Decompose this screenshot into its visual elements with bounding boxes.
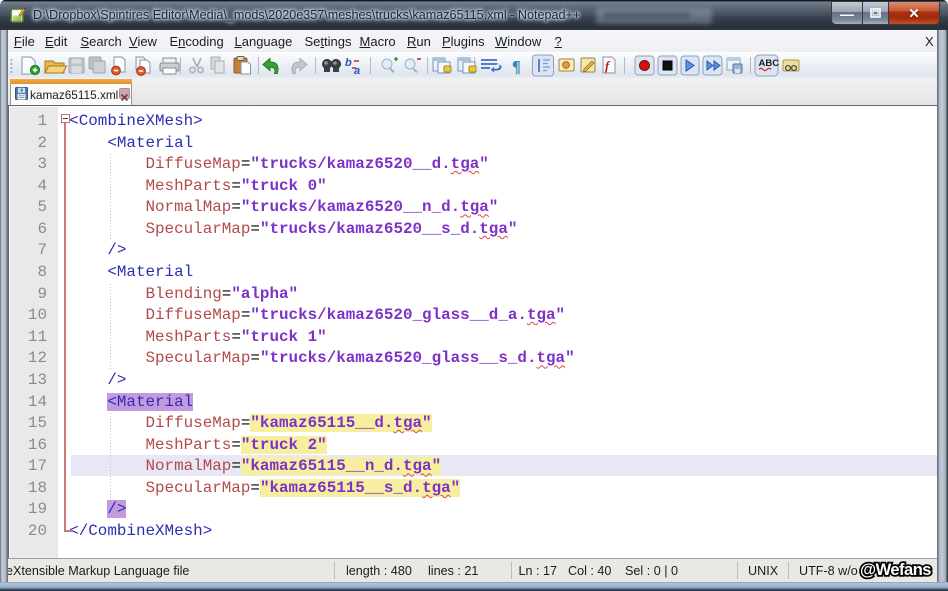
svg-text:b: b <box>345 57 352 69</box>
svg-text:@Wefans: @Wefans <box>860 561 931 579</box>
svg-text:ABC: ABC <box>759 58 780 69</box>
svg-text:a: a <box>354 65 360 77</box>
svg-text:¶: ¶ <box>512 57 521 76</box>
